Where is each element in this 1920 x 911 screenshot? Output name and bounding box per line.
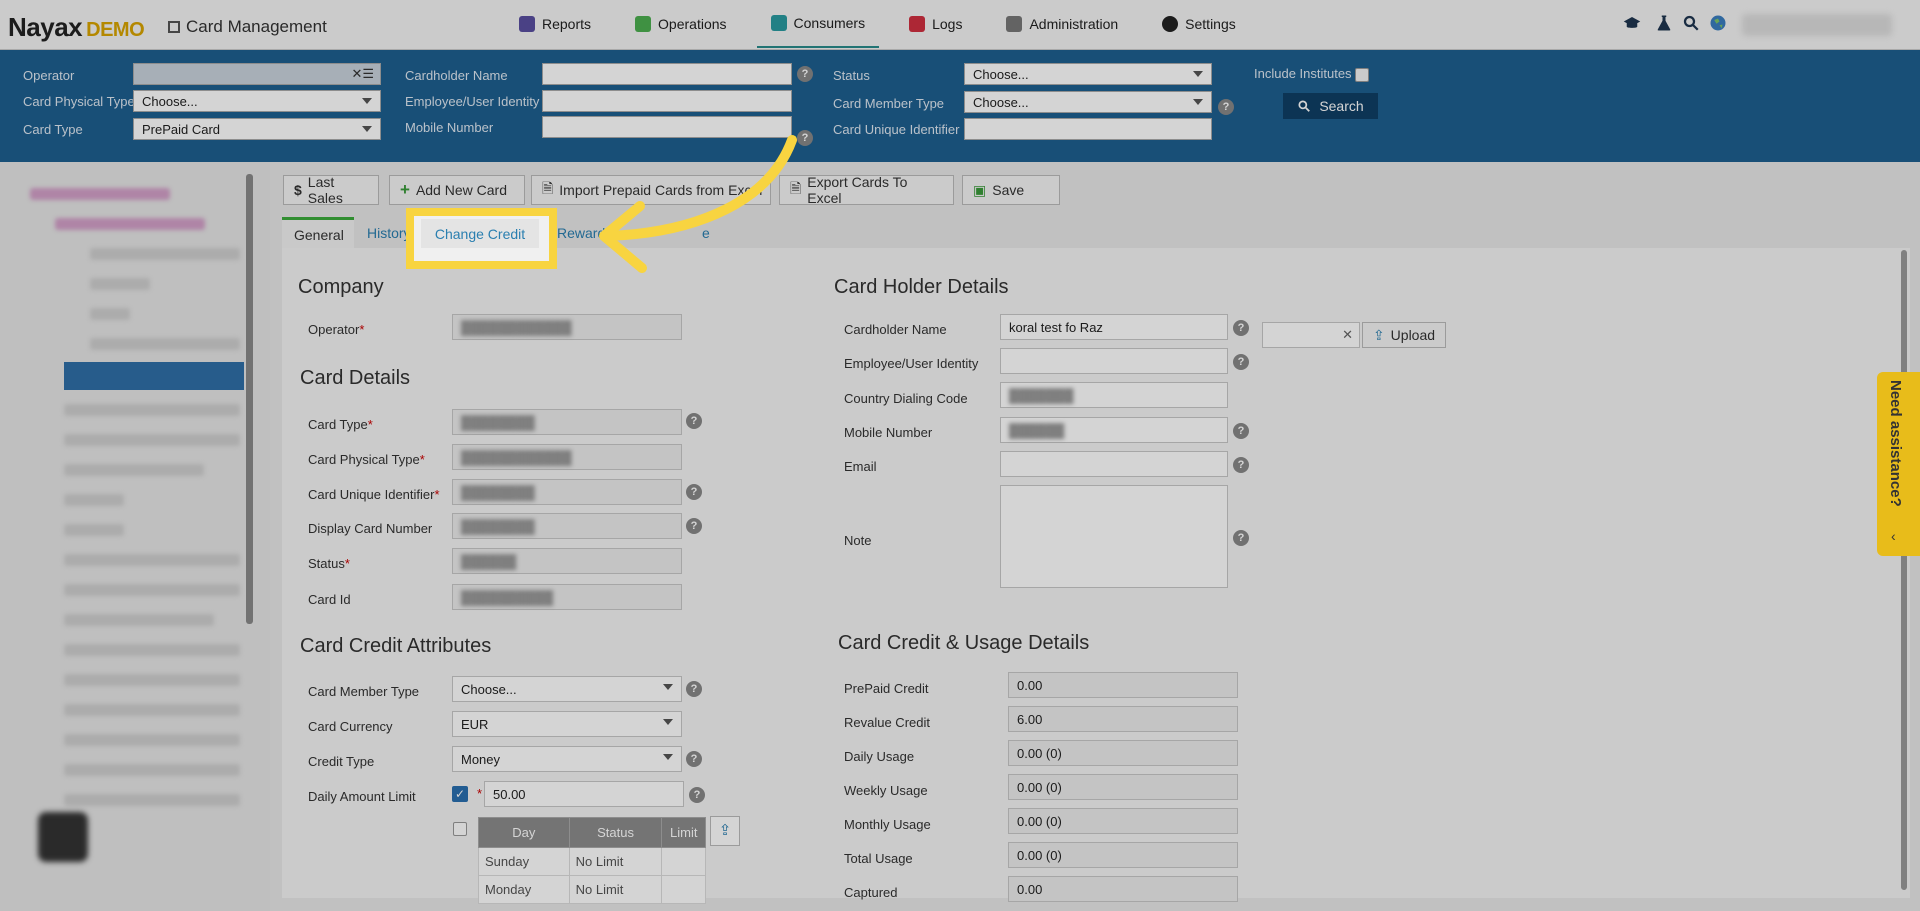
- pointer-arrow-icon: [599, 135, 797, 273]
- chevron-left-icon: ‹: [1891, 528, 1896, 544]
- need-assistance-button[interactable]: Need assistance? ‹: [1877, 372, 1920, 556]
